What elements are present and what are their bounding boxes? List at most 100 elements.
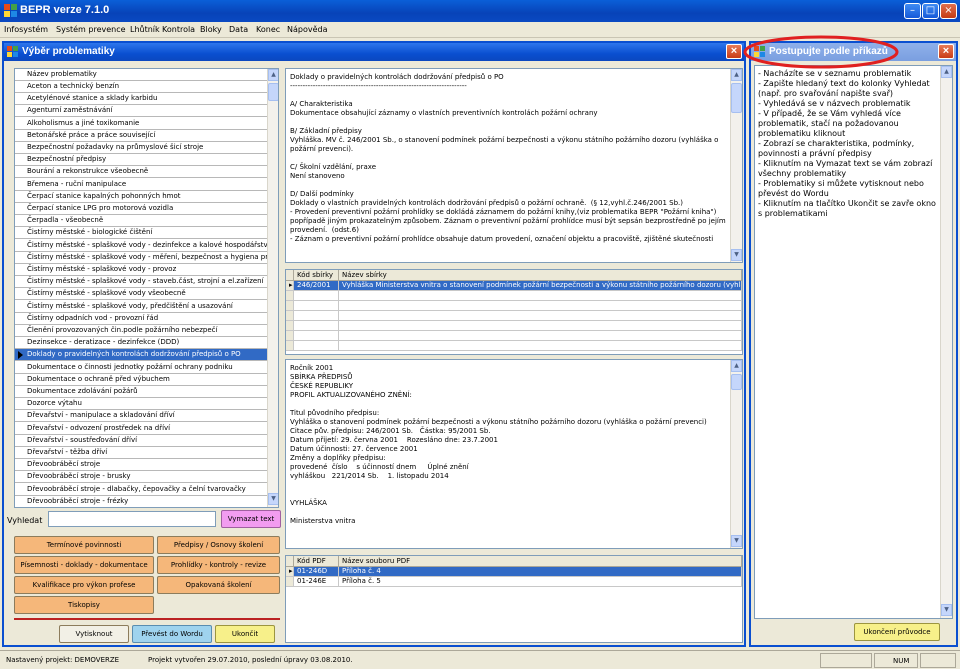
list-item[interactable]: Dokumentace o činnosti jednotky požární … <box>15 361 268 374</box>
list-item[interactable]: Dřevařství - manipulace a skladování dří… <box>15 410 268 423</box>
problematika-close-button[interactable]: × <box>726 44 742 59</box>
menu-konec[interactable]: Konec <box>256 25 280 34</box>
list-item[interactable]: Betonářské práce a práce související <box>15 129 268 142</box>
list-item[interactable]: Dřevařství - odvození prostředek na dřív… <box>15 422 268 435</box>
list-item[interactable]: Členění provozovaných čin.podle požárníh… <box>15 325 268 337</box>
list-item[interactable]: Agenturní zaměstnávání <box>15 105 268 118</box>
scroll-up-icon[interactable]: ▲ <box>731 360 742 372</box>
tiskopisy-button[interactable]: Tiskopisy <box>14 596 154 614</box>
table-cell[interactable]: 01-246E <box>294 577 339 587</box>
column-header-kod-sbirky[interactable]: Kód sbírky <box>294 270 339 281</box>
list-item[interactable]: Dřevařství - soustřeďování dříví <box>15 434 268 447</box>
list-item[interactable]: Čistírny městské - splaškové vody - prov… <box>15 264 268 276</box>
list-item[interactable]: Bezpečnostní předpisy <box>15 154 268 167</box>
app-title-bar[interactable]: BEPR verze 7.1.0 – □ × <box>0 0 960 22</box>
list-item[interactable]: Dřevařství - těžba dříví <box>15 447 268 459</box>
guide-scrollbar[interactable]: ▲ ▼ <box>940 66 952 618</box>
end-guide-button[interactable]: Ukončení průvodce <box>854 623 940 641</box>
close-problematika-button[interactable]: Ukončit <box>215 625 275 643</box>
scroll-thumb[interactable] <box>731 374 742 390</box>
scroll-up-icon[interactable]: ▲ <box>731 69 742 81</box>
list-item[interactable]: Aceton a technický benzín <box>15 81 268 93</box>
list-item[interactable]: Dezinsekce - deratizace - dezinfekce (DD… <box>15 337 268 350</box>
clear-text-button[interactable]: Vymazat text <box>221 510 281 528</box>
search-input[interactable] <box>48 511 216 527</box>
list-item[interactable]: Čistírny městské - splaškové vody všeobe… <box>15 288 268 301</box>
list-scrollbar[interactable]: ▲ ▼ <box>267 69 278 507</box>
prohlidky-button[interactable]: Prohlídky - kontroly - revize <box>157 556 280 574</box>
scroll-up-icon[interactable]: ▲ <box>941 66 952 78</box>
export-word-button[interactable]: Převést do Wordu <box>132 625 212 643</box>
list-item[interactable]: Doklady o pravidelných kontrolách dodržo… <box>15 349 268 362</box>
guide-text-panel[interactable]: - Nacházíte se v seznamu problematik - Z… <box>754 65 953 619</box>
print-button[interactable]: Vytisknout <box>59 625 129 643</box>
list-item[interactable]: Čerpací stanice kapalných pohonných hmot <box>15 190 268 203</box>
list-item[interactable]: Čistírny městské - biologické čištění <box>15 227 268 240</box>
list-item[interactable]: Bourání a rekonstrukce všeobecně <box>15 166 268 179</box>
scroll-up-icon[interactable]: ▲ <box>268 69 278 81</box>
scroll-thumb[interactable] <box>268 83 278 101</box>
pdf-table[interactable]: Kód PDF Název souboru PDF ▸ 01-246D Příl… <box>285 555 743 643</box>
detail-text-panel[interactable]: Doklady o pravidelných kontrolách dodržo… <box>285 68 743 263</box>
list-item[interactable]: Dřevoobráběcí stroje <box>15 459 268 472</box>
predpisy-osnovy-skoleni-button[interactable]: Předpisy / Osnovy školení <box>157 536 280 554</box>
list-item[interactable]: Čerpadla - všeobecně <box>15 215 268 228</box>
list-item[interactable]: Břemena - ruční manipulace <box>15 178 268 191</box>
problematika-list[interactable]: Název problematiky Aceton a technický be… <box>14 68 279 508</box>
list-item-label: Čistírny městské - splaškové vody, předč… <box>27 301 233 310</box>
row-header-corner <box>286 556 294 567</box>
menu-data[interactable]: Data <box>229 25 248 34</box>
table-cell[interactable]: Příloha č. 5 <box>339 577 742 587</box>
menu-napoveda[interactable]: Nápověda <box>287 25 328 34</box>
list-item[interactable]: Dřevoobráběcí stroje - dlabačky, čepovač… <box>15 483 268 496</box>
pisemnosti-button[interactable]: Písemnosti - doklady - dokumentace <box>14 556 154 574</box>
menu-lhutnik[interactable]: Lhůtník <box>130 25 160 34</box>
menu-infosystem[interactable]: Infosystém <box>4 25 48 34</box>
list-item-label: Čistírny městské - splaškové vody - dezi… <box>27 240 268 249</box>
collection-table[interactable]: Kód sbírky Název sbírky ▸ 246/2001 Vyhlá… <box>285 269 743 355</box>
detail-scrollbar[interactable]: ▲ ▼ <box>730 69 742 262</box>
list-item[interactable]: Čerpací stanice LPG pro motorová vozidla <box>15 203 268 215</box>
column-header-kod-pdf[interactable]: Kód PDF <box>294 556 339 567</box>
opakovana-skoleni-button[interactable]: Opakovaná školení <box>157 576 280 594</box>
list-item[interactable]: Bezpečnostní požadavky na průmyslové šic… <box>15 142 268 154</box>
problematika-window-title-bar[interactable]: Výběr problematiky × <box>4 43 744 61</box>
scroll-thumb[interactable] <box>731 83 742 113</box>
menu-kontrola[interactable]: Kontrola <box>162 25 195 34</box>
list-item[interactable]: Čistírny městské - splaškové vody - dezi… <box>15 239 268 252</box>
list-item[interactable]: Dřevoobráběcí stroje - frézky <box>15 495 268 507</box>
list-item[interactable]: Alkoholismus a jiné toxikomanie <box>15 117 268 130</box>
table-cell[interactable]: Vyhláška Ministerstva vnitra o stanovení… <box>339 281 742 291</box>
guide-close-button[interactable]: × <box>938 44 954 59</box>
law-text-panel[interactable]: Ročník 2001 SBÍRKA PŘEDPISŮ ČESKÉ REPUBL… <box>285 359 743 549</box>
table-cell[interactable]: Příloha č. 4 <box>339 567 742 577</box>
minimize-button[interactable]: – <box>904 3 921 19</box>
list-item-label: Dřevoobráběcí stroje <box>27 460 101 469</box>
scroll-down-icon[interactable]: ▼ <box>268 493 278 505</box>
law-scrollbar[interactable]: ▲ ▼ <box>730 360 742 548</box>
column-header-nazev-sbirky[interactable]: Název sbírky <box>339 270 742 281</box>
list-item[interactable]: Dokumentace o ochraně před výbuchem <box>15 373 268 386</box>
list-item-label: Doklady o pravidelných kontrolách dodržo… <box>27 350 241 359</box>
terminove-povinnosti-button[interactable]: Termínové povinnosti <box>14 536 154 554</box>
list-item[interactable]: Čistírny odpadních vod - provozní řád <box>15 312 268 325</box>
close-button[interactable]: × <box>940 3 957 19</box>
list-item[interactable]: Dokumentace zdolávání požárů <box>15 386 268 398</box>
list-item[interactable]: Čistírny městské - splaškové vody - stav… <box>15 276 268 289</box>
scroll-down-icon[interactable]: ▼ <box>731 249 742 261</box>
scroll-down-icon[interactable]: ▼ <box>731 535 742 547</box>
list-item[interactable]: Dozorce výtahu <box>15 398 268 411</box>
kvalifikace-button[interactable]: Kvalifikace pro výkon profese <box>14 576 154 594</box>
menu-bloky[interactable]: Bloky <box>200 25 222 34</box>
table-cell[interactable]: 01-246D <box>294 567 339 577</box>
scroll-down-icon[interactable]: ▼ <box>941 604 952 616</box>
menu-system-prevence[interactable]: Systém prevence <box>56 25 126 34</box>
table-cell[interactable]: 246/2001 <box>294 281 339 291</box>
list-item[interactable]: Čistírny městské - splaškové vody, předč… <box>15 300 268 313</box>
list-item[interactable]: Čistírny městské - splaškové vody - měře… <box>15 251 268 264</box>
list-item[interactable]: Dřevoobráběcí stroje - brusky <box>15 471 268 484</box>
list-item-label: Aceton a technický benzín <box>27 82 120 90</box>
maximize-button[interactable]: □ <box>922 3 939 19</box>
list-item[interactable]: Acetylénové stanice a sklady karbidu <box>15 93 268 106</box>
column-header-nazev-pdf[interactable]: Název souboru PDF <box>339 556 742 567</box>
